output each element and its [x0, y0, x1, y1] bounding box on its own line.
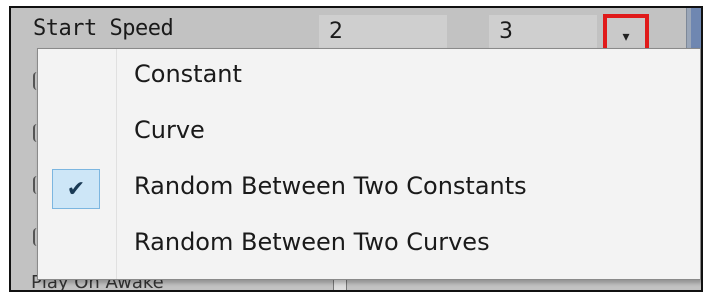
menu-item-curve[interactable]: Curve [38, 107, 700, 159]
checkmark-icon: ✔ [66, 176, 86, 202]
start-speed-min-field[interactable]: 2 [319, 15, 447, 49]
menu-item-random-between-two-curves[interactable]: Random Between Two Curves [38, 219, 700, 271]
play-on-awake-checkbox[interactable] [333, 278, 347, 290]
mode-dropdown-menu: Constant Curve ✔ Random Between Two Cons… [37, 48, 701, 280]
menu-item-label: Random Between Two Constants [134, 172, 527, 200]
dropdown-arrow-icon: ▾ [622, 29, 630, 45]
selected-indicator: ✔ [52, 169, 100, 209]
menu-item-label: Random Between Two Curves [134, 228, 490, 256]
menu-item-label: Curve [134, 116, 205, 144]
start-speed-label: Start Speed [33, 16, 174, 41]
menu-item-constant[interactable]: Constant [38, 51, 700, 103]
menu-item-label: Constant [134, 60, 242, 88]
inspector-panel: Start Speed 2 3 ▾ Play On Awake Constant… [9, 6, 703, 292]
start-speed-max-field[interactable]: 3 [489, 15, 597, 49]
menu-item-random-between-two-constants[interactable]: ✔ Random Between Two Constants [38, 163, 700, 215]
